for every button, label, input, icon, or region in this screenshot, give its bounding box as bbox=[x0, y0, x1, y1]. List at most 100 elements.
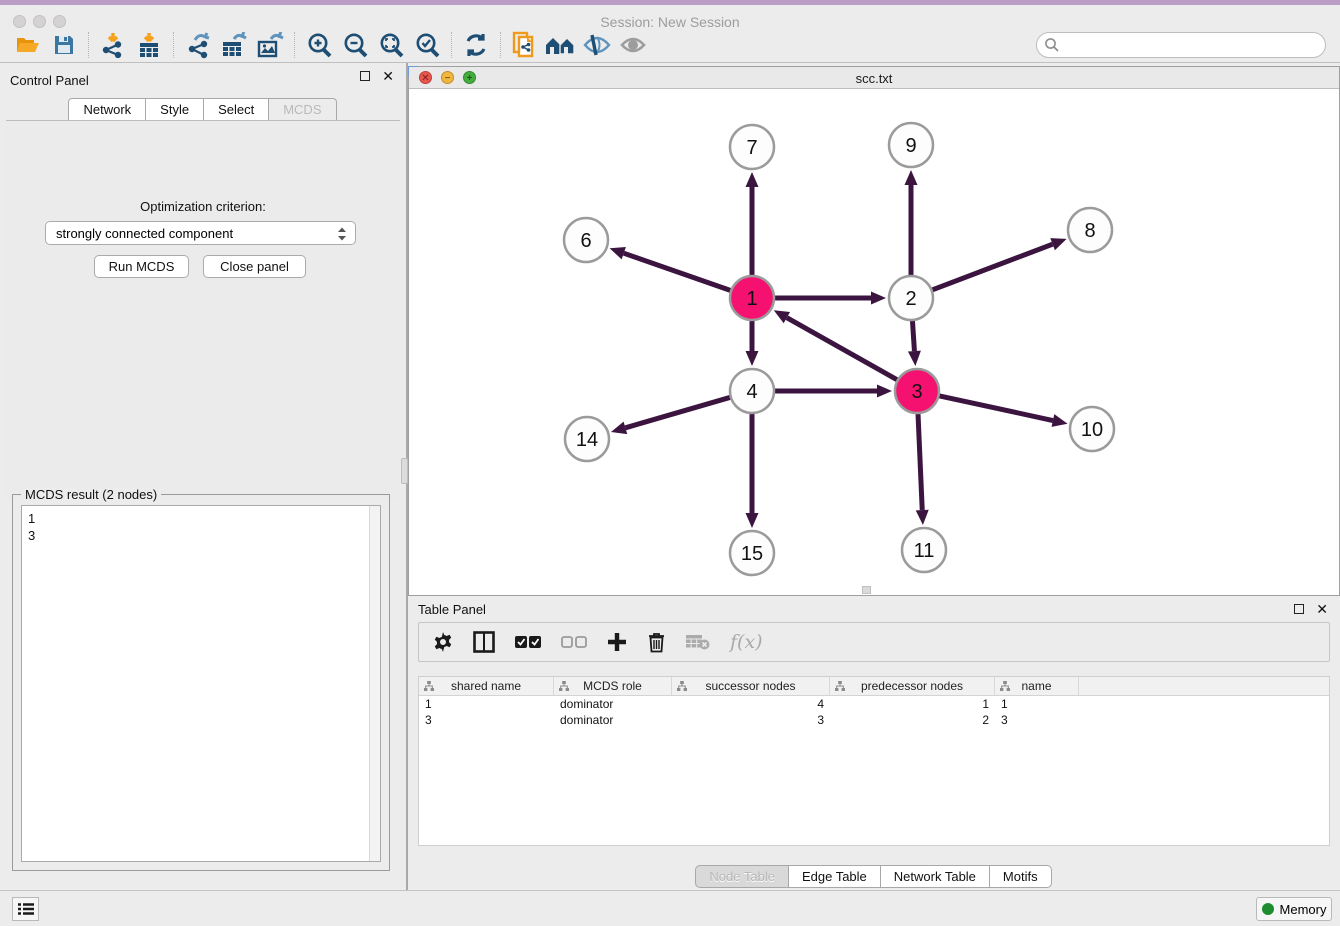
svg-text:10: 10 bbox=[1081, 419, 1103, 441]
node-table[interactable]: shared nameMCDS rolesuccessor nodesprede… bbox=[418, 676, 1330, 846]
edge-1-4[interactable] bbox=[746, 321, 759, 366]
float-panel-icon[interactable] bbox=[1294, 604, 1304, 614]
edge-1-2[interactable] bbox=[775, 292, 886, 305]
deselect-all-rows-icon[interactable] bbox=[561, 635, 587, 649]
edge-4-3[interactable] bbox=[775, 385, 892, 398]
main-toolbar bbox=[0, 28, 1340, 63]
table-tab-motifs[interactable]: Motifs bbox=[989, 865, 1052, 888]
delete-columns-trash-icon[interactable] bbox=[647, 631, 666, 653]
table-cell[interactable]: dominator bbox=[554, 696, 672, 712]
network-canvas[interactable]: 7 9 6 8 1 2 4 3 14 10 15 11 bbox=[409, 89, 1339, 595]
result-scrollbar[interactable] bbox=[369, 506, 380, 861]
table-settings-gear-icon[interactable] bbox=[433, 632, 453, 652]
table-panel: Table Panel ✕ f(x) shared nameMCDS roles… bbox=[408, 596, 1340, 890]
memory-button[interactable]: Memory bbox=[1256, 897, 1332, 921]
edge-4-15[interactable] bbox=[746, 414, 759, 528]
zoom-selected-icon[interactable] bbox=[409, 29, 445, 61]
apply-layout-icon[interactable] bbox=[458, 29, 494, 61]
table-cell[interactable]: 1 bbox=[830, 696, 995, 712]
first-neighbors-icon[interactable] bbox=[543, 29, 579, 61]
export-network-icon[interactable] bbox=[180, 29, 216, 61]
table-cell[interactable]: 1 bbox=[995, 696, 1079, 712]
control-tab-select[interactable]: Select bbox=[203, 98, 269, 121]
table-cell[interactable]: 3 bbox=[995, 712, 1079, 728]
import-network-icon[interactable] bbox=[95, 29, 131, 61]
mcds-result-box[interactable]: 1 3 bbox=[21, 505, 381, 862]
column-header-MCDS-role[interactable]: MCDS role bbox=[554, 677, 672, 695]
export-table-icon[interactable] bbox=[216, 29, 252, 61]
edge-3-1[interactable] bbox=[774, 310, 897, 379]
zoom-out-icon[interactable] bbox=[337, 29, 373, 61]
zoom-fit-icon[interactable] bbox=[373, 29, 409, 61]
column-header-shared-name[interactable]: shared name bbox=[419, 677, 554, 695]
edge-4-14[interactable] bbox=[611, 397, 730, 434]
edge-1-7[interactable] bbox=[746, 172, 759, 275]
table-cell[interactable]: dominator bbox=[554, 712, 672, 728]
divider-grip[interactable] bbox=[401, 458, 408, 484]
node-15[interactable]: 15 bbox=[730, 531, 774, 575]
control-tab-style[interactable]: Style bbox=[145, 98, 204, 121]
node-9[interactable]: 9 bbox=[889, 123, 933, 167]
table-cell[interactable]: 4 bbox=[672, 696, 830, 712]
table-tab-node-table[interactable]: Node Table bbox=[695, 865, 789, 888]
node-1[interactable]: 1 bbox=[730, 276, 774, 320]
add-column-icon[interactable] bbox=[607, 632, 627, 652]
network-window-titlebar[interactable]: ✕ − + scc.txt bbox=[409, 67, 1339, 89]
table-row[interactable]: 1dominator411 bbox=[419, 696, 1329, 712]
edge-3-11[interactable] bbox=[916, 414, 929, 525]
close-panel-icon[interactable]: ✕ bbox=[382, 71, 394, 81]
table-tab-network-table[interactable]: Network Table bbox=[880, 865, 990, 888]
edge-2-9[interactable] bbox=[905, 170, 918, 275]
task-history-button[interactable] bbox=[12, 897, 39, 921]
select-all-rows-icon[interactable] bbox=[515, 635, 541, 649]
control-panel-title: Control Panel bbox=[10, 73, 89, 88]
clone-network-icon[interactable] bbox=[507, 29, 543, 61]
edge-2-3[interactable] bbox=[908, 321, 921, 366]
node-14[interactable]: 14 bbox=[565, 417, 609, 461]
zoom-in-icon[interactable] bbox=[301, 29, 337, 61]
table-cell[interactable]: 3 bbox=[419, 712, 554, 728]
column-header-successor-nodes[interactable]: successor nodes bbox=[672, 677, 830, 695]
criterion-select[interactable]: strongly connected component bbox=[45, 221, 356, 245]
float-panel-icon[interactable] bbox=[360, 71, 370, 81]
column-type-icon bbox=[835, 681, 845, 691]
node-10[interactable]: 10 bbox=[1070, 407, 1114, 451]
node-3[interactable]: 3 bbox=[895, 369, 939, 413]
column-header-name[interactable]: name bbox=[995, 677, 1079, 695]
hide-selected-eye-icon[interactable] bbox=[579, 29, 615, 61]
toolbar-separator bbox=[451, 32, 452, 58]
table-header-row: shared nameMCDS rolesuccessor nodesprede… bbox=[419, 677, 1329, 696]
close-panel-button[interactable]: Close panel bbox=[203, 255, 306, 278]
table-cell[interactable]: 3 bbox=[672, 712, 830, 728]
run-mcds-button[interactable]: Run MCDS bbox=[94, 255, 189, 278]
delete-table-icon[interactable] bbox=[686, 634, 710, 650]
table-row[interactable]: 3dominator323 bbox=[419, 712, 1329, 728]
edge-1-6[interactable] bbox=[610, 247, 731, 290]
table-cell[interactable]: 1 bbox=[419, 696, 554, 712]
optimization-criterion-label: Optimization criterion: bbox=[0, 199, 406, 214]
node-6[interactable]: 6 bbox=[564, 218, 608, 262]
show-all-eye-icon[interactable] bbox=[615, 29, 651, 61]
open-file-icon[interactable] bbox=[10, 29, 46, 61]
node-11[interactable]: 11 bbox=[902, 528, 946, 572]
export-image-icon[interactable] bbox=[252, 29, 288, 61]
node-7[interactable]: 7 bbox=[730, 125, 774, 169]
close-panel-icon[interactable]: ✕ bbox=[1316, 604, 1328, 614]
table-tab-edge-table[interactable]: Edge Table bbox=[788, 865, 881, 888]
column-visibility-icon[interactable] bbox=[473, 631, 495, 653]
function-builder-icon[interactable]: f(x) bbox=[730, 631, 763, 653]
table-cell[interactable]: 2 bbox=[830, 712, 995, 728]
control-tab-network[interactable]: Network bbox=[68, 98, 146, 121]
network-bottom-grip[interactable] bbox=[862, 586, 871, 594]
control-tab-mcds[interactable]: MCDS bbox=[268, 98, 336, 121]
import-table-icon[interactable] bbox=[131, 29, 167, 61]
svg-text:1: 1 bbox=[746, 288, 757, 310]
node-2[interactable]: 2 bbox=[889, 276, 933, 320]
node-4[interactable]: 4 bbox=[730, 369, 774, 413]
edge-2-8[interactable] bbox=[933, 238, 1067, 290]
column-header-predecessor-nodes[interactable]: predecessor nodes bbox=[830, 677, 995, 695]
search-input[interactable] bbox=[1036, 32, 1326, 58]
node-8[interactable]: 8 bbox=[1068, 208, 1112, 252]
edge-3-10[interactable] bbox=[939, 396, 1067, 427]
save-session-icon[interactable] bbox=[46, 29, 82, 61]
